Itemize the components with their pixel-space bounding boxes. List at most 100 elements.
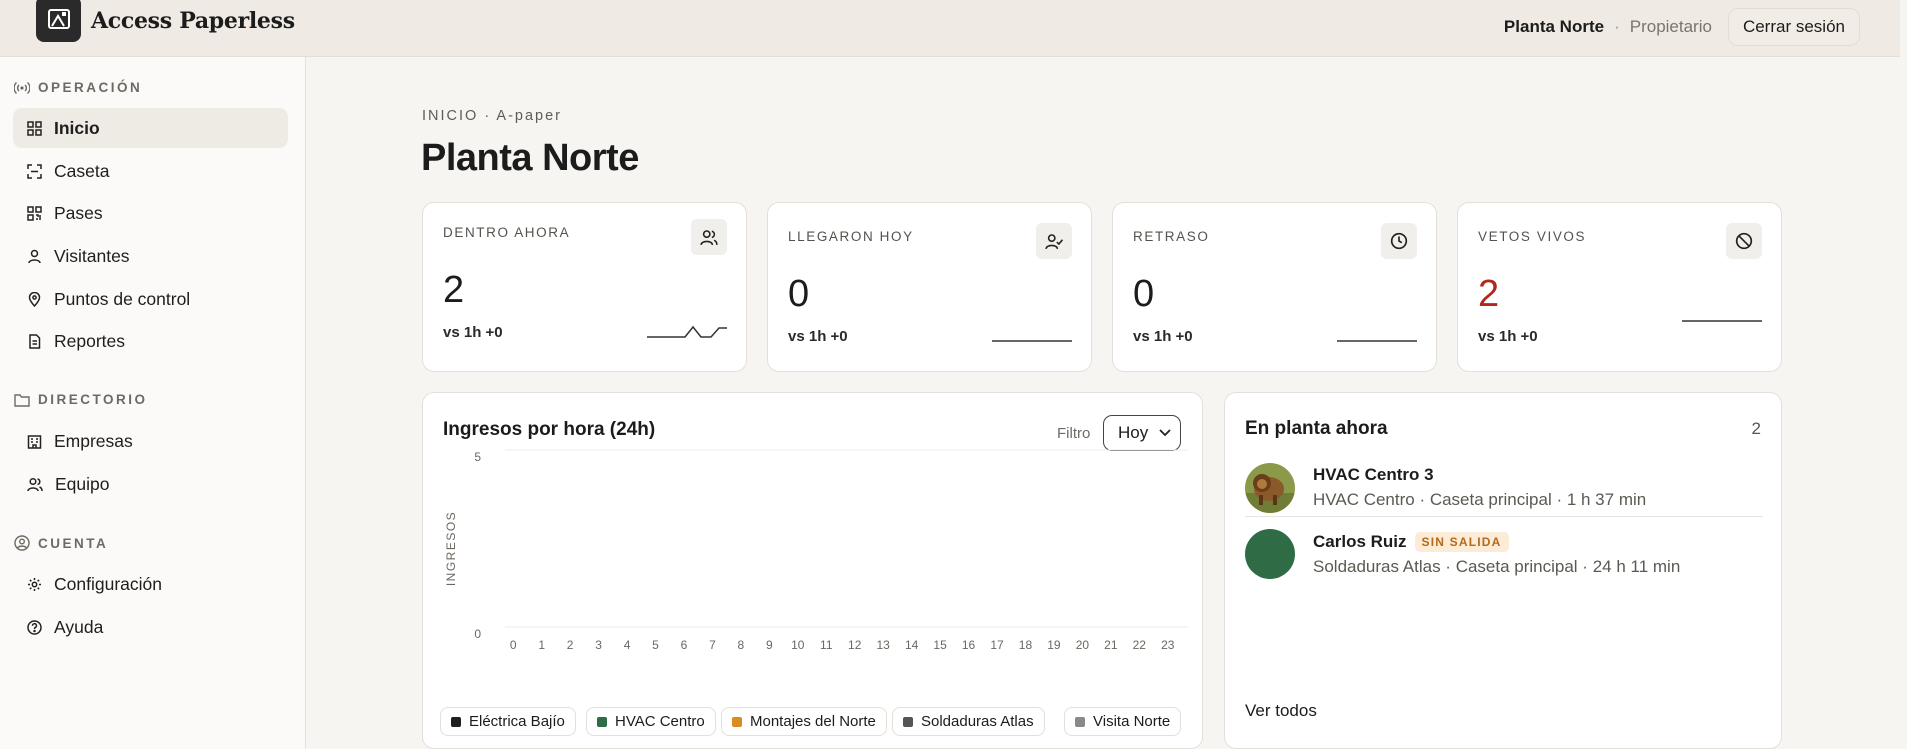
clock-icon: [1381, 223, 1417, 259]
y-tick-label: 5: [474, 450, 481, 464]
sidebar-section-cuenta: CUENTA: [14, 535, 108, 551]
legend-item-electrica-bajio[interactable]: Eléctrica Bajío: [440, 707, 576, 736]
x-tick-label: 10: [791, 638, 805, 652]
sidebar-item-puntos-de-control[interactable]: Puntos de control: [13, 279, 288, 319]
stat-delta-prefix: vs 1h: [788, 328, 831, 345]
panel-title: En planta ahora: [1245, 418, 1388, 439]
legend-label: Soldaduras Atlas: [921, 713, 1034, 730]
sidebar-item-reportes[interactable]: Reportes: [13, 321, 288, 361]
x-tick-label: 1: [538, 638, 545, 652]
sidebar-item-label: Inicio: [54, 117, 100, 138]
sidebar-item-label: Empresas: [54, 430, 133, 451]
legend-label: HVAC Centro: [615, 713, 705, 730]
legend-item-hvac-centro[interactable]: HVAC Centro: [586, 707, 716, 736]
stat-delta: vs 1h +0: [1133, 328, 1193, 345]
sparkline: [1337, 340, 1417, 342]
broadcast-icon: [14, 81, 30, 94]
current-plant[interactable]: Planta Norte: [1504, 17, 1604, 37]
legend-label: Visita Norte: [1093, 713, 1171, 730]
stat-card-vetos-vivos[interactable]: VETOS VIVOS 2 vs 1h +0: [1457, 202, 1782, 372]
user-icon: [28, 249, 41, 263]
x-tick-label: 13: [877, 638, 891, 652]
page-title: Planta Norte: [421, 137, 639, 179]
map-pin-icon: [28, 291, 41, 307]
legend-item-visita-norte[interactable]: Visita Norte: [1064, 707, 1182, 736]
legend-swatch: [732, 716, 742, 727]
stat-delta-value: +0: [485, 324, 503, 341]
x-tick-label: 2: [567, 638, 574, 652]
person-name-text: Carlos Ruiz: [1313, 531, 1407, 551]
legend-item-montajes-del-norte[interactable]: Montajes del Norte: [721, 707, 887, 736]
legend-label: Montajes del Norte: [750, 713, 876, 730]
sparkline: [1682, 320, 1762, 322]
stat-delta: vs 1h +0: [1478, 328, 1538, 345]
stat-value: 2: [443, 269, 465, 311]
x-tick-label: 15: [933, 638, 947, 652]
stat-card-retraso[interactable]: RETRASO 0 vs 1h +0: [1112, 202, 1437, 372]
x-tick-label: 5: [652, 638, 659, 652]
x-tick-label: 17: [990, 638, 1004, 652]
sidebar-section-directorio: DIRECTORIO: [14, 392, 148, 407]
x-tick-label: 0: [510, 638, 517, 652]
qr-icon: [27, 205, 42, 221]
y-tick-label: 0: [474, 627, 481, 641]
avatar: [1245, 462, 1295, 513]
logout-button[interactable]: Cerrar sesión: [1727, 8, 1860, 46]
sidebar-item-label: Caseta: [54, 160, 110, 181]
sidebar-item-caseta[interactable]: Caseta: [13, 151, 288, 191]
bar-chart: 50INGRESOS0 1 2 3 4 5 6 7 8 9 10 11 12 13 14 15 16 17 18 19…: [444, 449, 1188, 652]
status-badge: SIN SALIDA: [1414, 531, 1509, 552]
x-tick-label: 14: [905, 638, 919, 652]
sidebar: OPERACIÓN Inicio Caseta Pases Visitantes…: [0, 57, 306, 749]
stat-delta-prefix: vs 1h: [1133, 328, 1176, 345]
logo[interactable]: [36, 0, 81, 42]
stat-card-dentro-ahora[interactable]: DENTRO AHORA 2 vs 1h +0: [422, 202, 747, 372]
top-bar: Access Paperless Planta Norte · Propieta…: [0, 0, 1900, 57]
sparkline: [647, 325, 727, 338]
sidebar-item-empresas[interactable]: Empresas: [13, 421, 288, 461]
stat-delta: vs 1h +0: [788, 328, 848, 345]
logo-icon: [47, 9, 70, 29]
main-content: INICIO · A-paper Planta Norte DENTRO AHO…: [306, 57, 1900, 749]
sidebar-item-inicio[interactable]: Inicio: [13, 108, 288, 148]
chart-card: Ingresos por hora (24h) Filtro Hoy 5 0 ING…: [422, 392, 1203, 749]
see-all-link[interactable]: Ver todos: [1245, 701, 1317, 721]
x-tick-label: 21: [1104, 638, 1118, 652]
sidebar-item-pases[interactable]: Pases: [13, 193, 288, 233]
building-icon: [27, 434, 42, 449]
legend-item-soldaduras-atlas[interactable]: Soldaduras Atlas: [892, 707, 1045, 736]
sidebar-item-visitantes[interactable]: Visitantes: [13, 236, 288, 276]
panel-count: 2: [1751, 419, 1761, 438]
sidebar-item-configuracion[interactable]: Configuración: [13, 564, 288, 604]
section-label: CUENTA: [38, 535, 109, 551]
report-icon: [29, 333, 41, 349]
sidebar-item-label: Puntos de control: [54, 288, 191, 309]
person-details: HVAC Centro · Caseta principal · 1 h 37 …: [1313, 490, 1647, 509]
stat-delta-prefix: vs 1h: [443, 324, 486, 341]
x-tick-label: 22: [1133, 638, 1147, 652]
sidebar-item-label: Configuración: [54, 573, 162, 594]
account-bar: Planta Norte · Propietario Cerrar sesión: [1504, 8, 1860, 46]
person-row[interactable]: Carlos Ruiz SIN SALIDA Soldaduras Atlas …: [1245, 525, 1763, 583]
x-tick-label: 16: [962, 638, 976, 652]
sidebar-item-equipo[interactable]: Equipo: [13, 464, 288, 504]
stat-label: DENTRO AHORA: [443, 225, 571, 240]
help-icon: [27, 619, 42, 635]
stat-delta-value: +0: [1520, 328, 1538, 345]
person-row[interactable]: HVAC Centro 3 HVAC Centro · Caseta princ…: [1245, 459, 1763, 517]
sidebar-item-ayuda[interactable]: Ayuda: [13, 607, 288, 647]
person-name: HVAC Centro 3: [1313, 465, 1434, 484]
x-tick-label: 3: [595, 638, 602, 652]
sidebar-item-label: Equipo: [55, 473, 110, 494]
user-check-icon: [1036, 223, 1072, 259]
person-details: Soldaduras Atlas · Caseta principal · 24…: [1313, 556, 1681, 576]
legend-swatch: [1075, 716, 1085, 727]
y-axis-label: INGRESOS: [444, 511, 458, 586]
legend-swatch: [903, 716, 913, 727]
avatar: [1245, 529, 1295, 579]
stat-label: VETOS VIVOS: [1478, 229, 1587, 244]
stat-delta: vs 1h +0: [443, 324, 503, 341]
stat-value: 2: [1478, 273, 1500, 315]
sidebar-item-label: Visitantes: [54, 245, 130, 266]
stat-card-llegaron-hoy[interactable]: LLEGARON HOY 0 vs 1h +0: [767, 202, 1092, 372]
